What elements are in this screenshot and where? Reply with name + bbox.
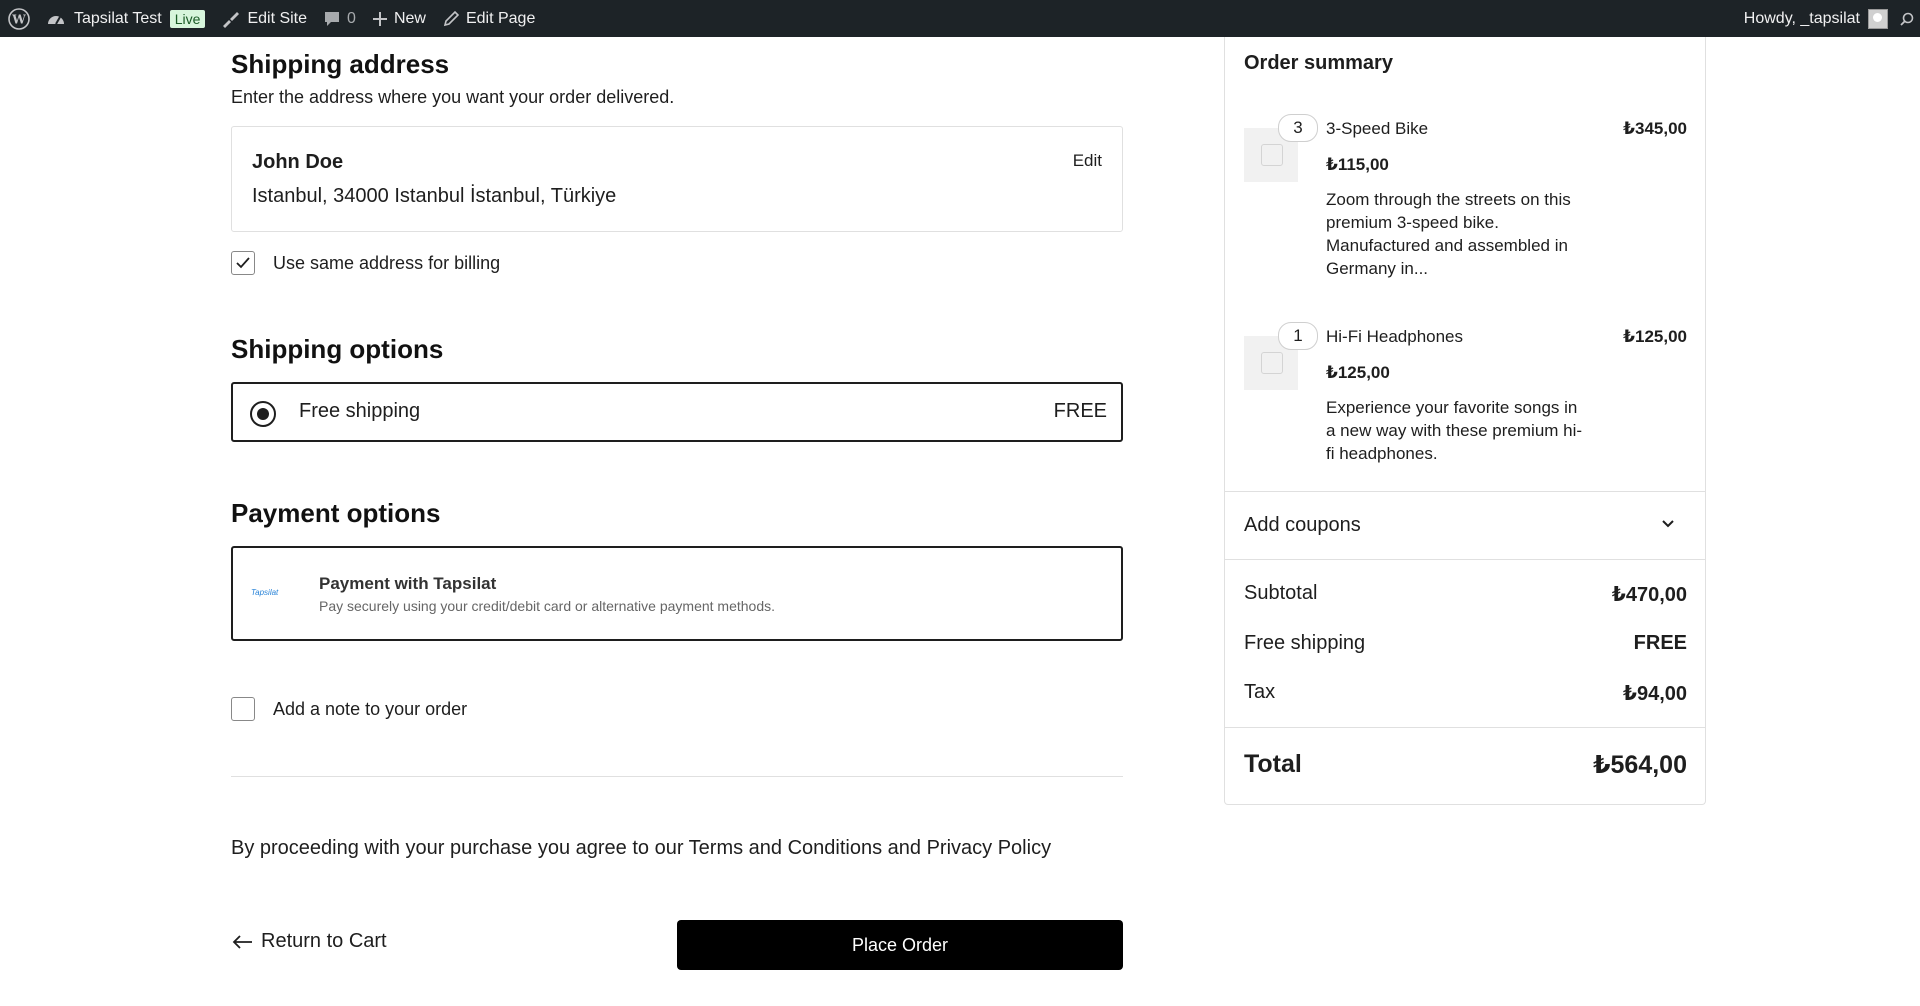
same-billing-checkbox[interactable] <box>231 251 255 275</box>
item-name: 3-Speed Bike <box>1326 119 1429 138</box>
shipping-option-free[interactable]: Free shipping FREE <box>231 382 1123 442</box>
new-content-link[interactable]: New <box>364 0 434 37</box>
return-to-cart-label: Return to Cart <box>261 930 387 952</box>
brush-icon <box>223 11 240 28</box>
avatar <box>1868 8 1888 29</box>
add-coupons-toggle[interactable]: Add coupons <box>1244 514 1361 537</box>
order-note-checkbox[interactable] <box>231 697 255 721</box>
edit-site-link[interactable]: Edit Site <box>213 0 315 37</box>
shipping-address-title: Shipping address <box>231 49 450 79</box>
address-name: John Doe <box>252 151 344 173</box>
payment-options-title: Payment options <box>231 498 441 528</box>
item-name: Hi-Fi Headphones <box>1326 327 1464 346</box>
greeting: Howdy, _tapsilat <box>1743 9 1860 27</box>
item-total: ₺345,00 <box>1623 119 1687 138</box>
return-to-cart-link[interactable]: Return to Cart <box>231 930 387 953</box>
site-name: Tapsilat Test <box>74 9 162 27</box>
shipping-options-title: Shipping options <box>231 334 444 364</box>
total-label: Total <box>1244 750 1302 778</box>
live-badge: Live <box>169 9 206 28</box>
wordpress-logo-icon[interactable]: W <box>0 0 38 37</box>
address-card: John Doe Istanbul, 34000 Istanbul İstanb… <box>231 126 1123 232</box>
admin-bar: W Tapsilat Test Live Edit Site 0 New Edi… <box>0 0 1920 37</box>
comment-icon <box>325 11 340 26</box>
tax-value: ₺94,00 <box>1623 683 1687 705</box>
item-unit-price: ₺125,00 <box>1326 363 1390 382</box>
subtotal-value: ₺470,00 <box>1611 584 1687 606</box>
comments-count: 0 <box>347 9 356 27</box>
edit-page-label: Edit Page <box>465 9 536 27</box>
search-icon[interactable] <box>1896 0 1920 37</box>
shipping-value: FREE <box>1633 632 1687 654</box>
shipping-label: Free shipping <box>1244 632 1366 654</box>
payment-option-tapsilat[interactable]: Tapsilat Payment with Tapsilat Pay secur… <box>231 546 1123 641</box>
total-value: ₺564,00 <box>1593 751 1687 779</box>
divider <box>1225 559 1705 560</box>
quantity-badge: 1 <box>1278 322 1318 350</box>
order-summary: Order summary 3 3-Speed Bike ₺345,00 ₺11… <box>1224 37 1706 805</box>
edit-address-link[interactable]: Edit <box>1073 151 1102 171</box>
payment-method-title: Payment with Tapsilat <box>319 574 497 593</box>
arrow-left-icon <box>232 934 252 949</box>
divider <box>1225 727 1705 728</box>
site-name-menu[interactable]: Tapsilat Test Live <box>38 0 213 37</box>
terms-text: By proceeding with your purchase you agr… <box>231 837 1052 859</box>
shipping-radio[interactable] <box>250 401 276 427</box>
divider <box>231 776 1123 777</box>
quantity-badge: 3 <box>1278 114 1318 142</box>
subtotal-label: Subtotal <box>1244 582 1318 604</box>
item-unit-price: ₺115,00 <box>1326 155 1389 174</box>
shipping-option-price: FREE <box>1053 400 1107 422</box>
comments-link[interactable]: 0 <box>315 0 364 37</box>
edit-site-label: Edit Site <box>247 9 308 27</box>
item-description: Zoom through the streets on this premium… <box>1326 190 1571 278</box>
item-total: ₺125,00 <box>1623 327 1687 346</box>
place-order-button[interactable]: Place Order <box>677 920 1123 970</box>
chevron-down-icon[interactable] <box>1661 519 1675 529</box>
payment-method-description: Pay securely using your credit/debit car… <box>319 598 776 614</box>
shipping-address-description: Enter the address where you want your or… <box>231 87 675 107</box>
svg-text:W: W <box>11 12 26 26</box>
tapsilat-logo: Tapsilat <box>251 588 279 597</box>
order-note-label[interactable]: Add a note to your order <box>273 699 467 720</box>
tax-label: Tax <box>1244 681 1276 703</box>
item-description: Experience your favorite songs in a new … <box>1326 398 1583 463</box>
order-summary-title: Order summary <box>1244 52 1393 74</box>
address-line: Istanbul, 34000 Istanbul İstanbul, Türki… <box>252 185 617 207</box>
shipping-option-label: Free shipping <box>299 400 421 422</box>
checkmark-icon <box>236 257 250 269</box>
dashboard-icon <box>48 15 64 24</box>
new-label: New <box>393 9 426 27</box>
divider <box>1225 491 1705 492</box>
plus-icon <box>372 11 387 26</box>
account-menu[interactable]: Howdy, _tapsilat <box>1736 0 1896 37</box>
same-billing-label[interactable]: Use same address for billing <box>273 253 500 274</box>
edit-page-link[interactable]: Edit Page <box>434 0 543 37</box>
pencil-icon <box>443 10 460 26</box>
